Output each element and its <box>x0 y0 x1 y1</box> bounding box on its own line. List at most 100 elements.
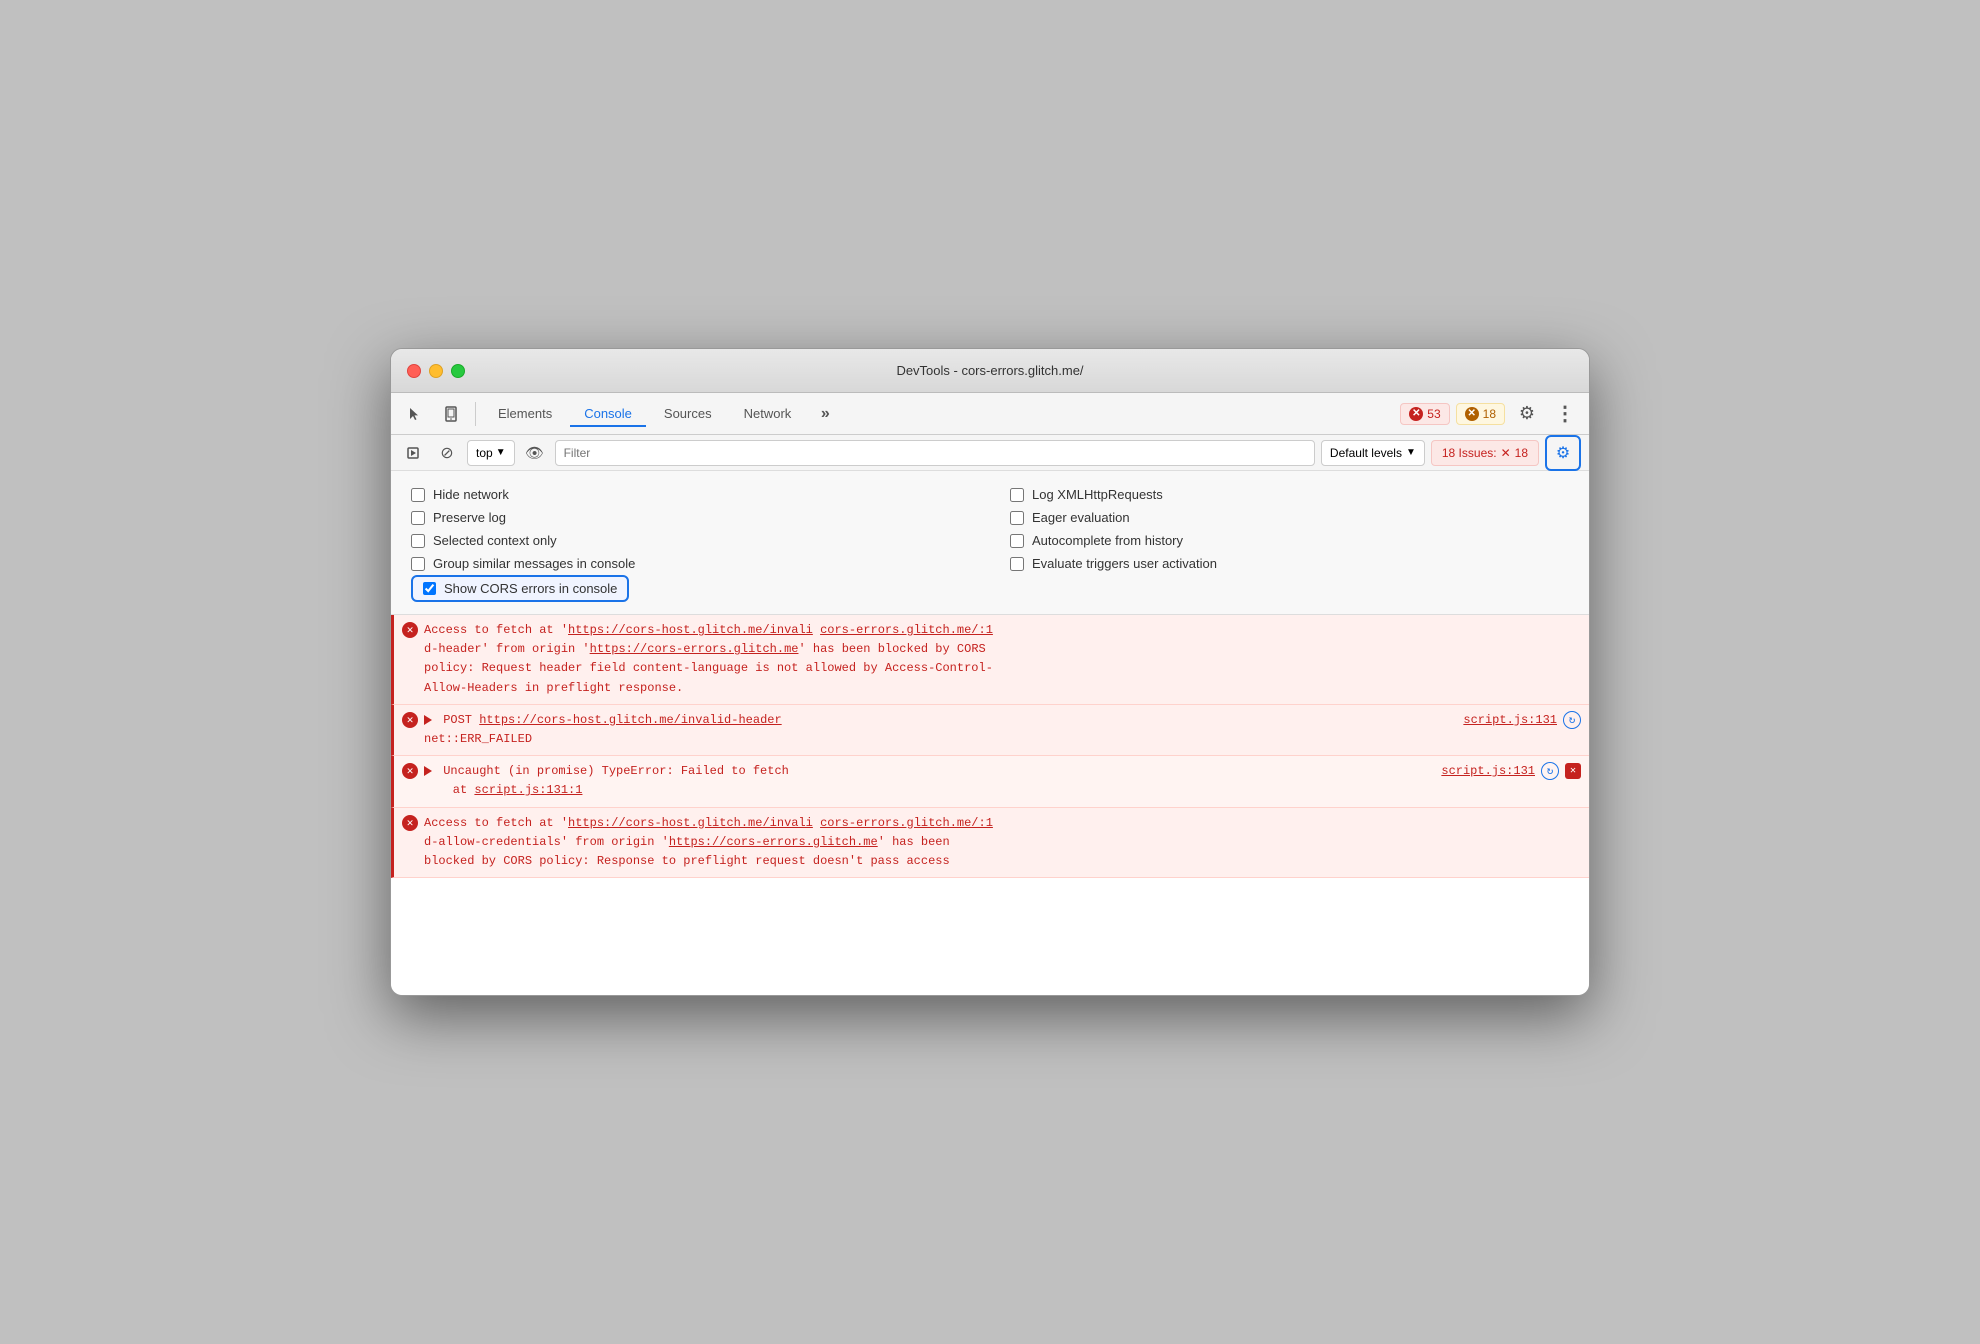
close-button[interactable] <box>407 364 421 378</box>
preserve-log-checkbox[interactable] <box>411 511 425 525</box>
errors-badge[interactable]: ✕ 53 <box>1400 403 1449 425</box>
default-levels-btn[interactable]: Default levels ▼ <box>1321 440 1425 466</box>
error-badge-icon: ✕ <box>1409 407 1423 421</box>
console-content[interactable]: ✕ Access to fetch at 'https://cors-host.… <box>391 615 1589 995</box>
post-label: POST <box>443 713 479 727</box>
eval-triggers-label: Evaluate triggers user activation <box>1032 556 1217 571</box>
error-msg-4b: d-allow-credentials' from origin ' <box>424 835 669 849</box>
triangle-2 <box>424 715 432 725</box>
hide-network-label: Hide network <box>433 487 509 502</box>
context-label: top <box>476 446 493 460</box>
title-bar: DevTools - cors-errors.glitch.me/ <box>391 349 1589 393</box>
log-xml-label: Log XMLHttpRequests <box>1032 487 1163 502</box>
triangle-3 <box>424 766 432 776</box>
minimize-button[interactable] <box>429 364 443 378</box>
cursor-icon <box>407 406 423 422</box>
error-msg-1a: Access to fetch at ' <box>424 623 568 637</box>
block-btn[interactable]: ⊘ <box>433 439 461 467</box>
refresh-btn-3[interactable]: ↻ <box>1541 762 1559 780</box>
show-cors-label: Show CORS errors in console <box>444 581 617 596</box>
at-link[interactable]: script.js:131:1 <box>474 783 582 797</box>
settings-panel: Hide network Preserve log Selected conte… <box>391 471 1589 615</box>
mobile-icon <box>443 406 459 422</box>
error-row-4: ✕ Access to fetch at 'https://cors-host.… <box>391 808 1589 879</box>
eval-triggers-checkbox[interactable] <box>1010 557 1024 571</box>
main-toolbar: Elements Console Sources Network » ✕ 53 … <box>391 393 1589 435</box>
dropdown-arrow: ▼ <box>496 447 506 458</box>
preserve-log-row: Preserve log <box>411 506 970 529</box>
error-icon-2: ✕ <box>402 712 418 728</box>
issues-badge[interactable]: 18 Issues: ✕ 18 <box>1431 440 1539 466</box>
more-tabs-btn[interactable]: » <box>809 398 841 430</box>
show-cors-row: Show CORS errors in console <box>411 575 629 602</box>
console-settings-btn[interactable]: ⚙ <box>1545 435 1581 471</box>
log-xml-row: Log XMLHttpRequests <box>1010 483 1569 506</box>
tab-elements[interactable]: Elements <box>484 400 566 427</box>
play-icon <box>407 447 419 459</box>
hide-network-checkbox[interactable] <box>411 488 425 502</box>
errors-count: 53 <box>1427 407 1440 421</box>
selected-context-label: Selected context only <box>433 533 557 548</box>
error-link-1a[interactable]: https://cors-host.glitch.me/invali <box>568 623 813 637</box>
tab-sources[interactable]: Sources <box>650 400 726 427</box>
error-row-3: ✕ Uncaught (in promise) TypeError: Faile… <box>391 756 1589 807</box>
error-row-2: ✕ POST https://cors-host.glitch.me/inval… <box>391 705 1589 756</box>
settings-right-col: Log XMLHttpRequests Eager evaluation Aut… <box>1010 483 1569 602</box>
traffic-lights <box>407 364 465 378</box>
autocomplete-row: Autocomplete from history <box>1010 529 1569 552</box>
err-failed: net::ERR_FAILED <box>424 732 532 746</box>
toolbar-separator <box>475 402 476 426</box>
eval-triggers-row: Evaluate triggers user activation <box>1010 552 1569 575</box>
play-btn[interactable] <box>399 439 427 467</box>
error-meta-2: script.js:131 ↻ <box>1463 711 1581 729</box>
issues-badge-icon: ✕ <box>1501 446 1511 460</box>
error-row-1: ✕ Access to fetch at 'https://cors-host.… <box>391 615 1589 705</box>
error-source-3[interactable]: script.js:131 <box>1441 764 1535 778</box>
context-selector[interactable]: top ▼ <box>467 440 515 466</box>
issues-count: 18 <box>1515 446 1528 460</box>
selected-context-checkbox[interactable] <box>411 534 425 548</box>
refresh-btn-2[interactable]: ↻ <box>1563 711 1581 729</box>
group-similar-row: Group similar messages in console <box>411 552 970 575</box>
tab-network[interactable]: Network <box>730 400 806 427</box>
uncaught-text: Uncaught (in promise) TypeError: Failed … <box>443 764 789 778</box>
error-link-4a[interactable]: https://cors-host.glitch.me/invali <box>568 816 813 830</box>
selected-context-row: Selected context only <box>411 529 970 552</box>
settings-left-col: Hide network Preserve log Selected conte… <box>411 483 970 602</box>
group-similar-checkbox[interactable] <box>411 557 425 571</box>
warnings-badge[interactable]: ✕ 18 <box>1456 403 1505 425</box>
maximize-button[interactable] <box>451 364 465 378</box>
error-source-2[interactable]: script.js:131 <box>1463 713 1557 727</box>
error-text-2: POST https://cors-host.glitch.me/invalid… <box>424 711 1457 749</box>
cursor-icon-btn[interactable] <box>399 398 431 430</box>
error-text-3: Uncaught (in promise) TypeError: Failed … <box>424 762 1435 800</box>
error-meta-3: script.js:131 ↻ ✕ <box>1441 762 1581 780</box>
error-link-4c[interactable]: https://cors-errors.glitch.me <box>669 835 878 849</box>
window-title: DevTools - cors-errors.glitch.me/ <box>896 363 1083 378</box>
error-link-1c[interactable]: https://cors-errors.glitch.me <box>590 642 799 656</box>
error-icon-3: ✕ <box>402 763 418 779</box>
error-msg-1b: d-header' from origin ' <box>424 642 590 656</box>
autocomplete-label: Autocomplete from history <box>1032 533 1183 548</box>
settings-gear-btn[interactable]: ⚙ <box>1511 398 1543 430</box>
close-btn-3[interactable]: ✕ <box>1565 763 1581 779</box>
eager-eval-label: Eager evaluation <box>1032 510 1130 525</box>
device-toolbar-btn[interactable] <box>435 398 467 430</box>
tab-console[interactable]: Console <box>570 400 646 427</box>
error-link-1b[interactable]: cors-errors.glitch.me/:1 <box>820 623 993 637</box>
show-cors-checkbox[interactable] <box>423 582 436 595</box>
more-options-btn[interactable]: ⋮ <box>1549 398 1581 430</box>
autocomplete-checkbox[interactable] <box>1010 534 1024 548</box>
eager-eval-checkbox[interactable] <box>1010 511 1024 525</box>
error-link-4b[interactable]: cors-errors.glitch.me/:1 <box>820 816 993 830</box>
issues-text: 18 Issues: <box>1442 446 1497 460</box>
post-link[interactable]: https://cors-host.glitch.me/invalid-head… <box>479 713 781 727</box>
badge-group: ✕ 53 ✕ 18 ⚙ ⋮ <box>1400 398 1581 430</box>
eye-btn[interactable]: 👁 <box>521 439 549 467</box>
filter-input[interactable] <box>555 440 1315 466</box>
eager-eval-row: Eager evaluation <box>1010 506 1569 529</box>
devtools-window: DevTools - cors-errors.glitch.me/ Elemen… <box>390 348 1590 996</box>
log-xml-checkbox[interactable] <box>1010 488 1024 502</box>
console-toolbar: ⊘ top ▼ 👁 Default levels ▼ 18 Issues: ✕ … <box>391 435 1589 471</box>
error-msg-4a: Access to fetch at ' <box>424 816 568 830</box>
